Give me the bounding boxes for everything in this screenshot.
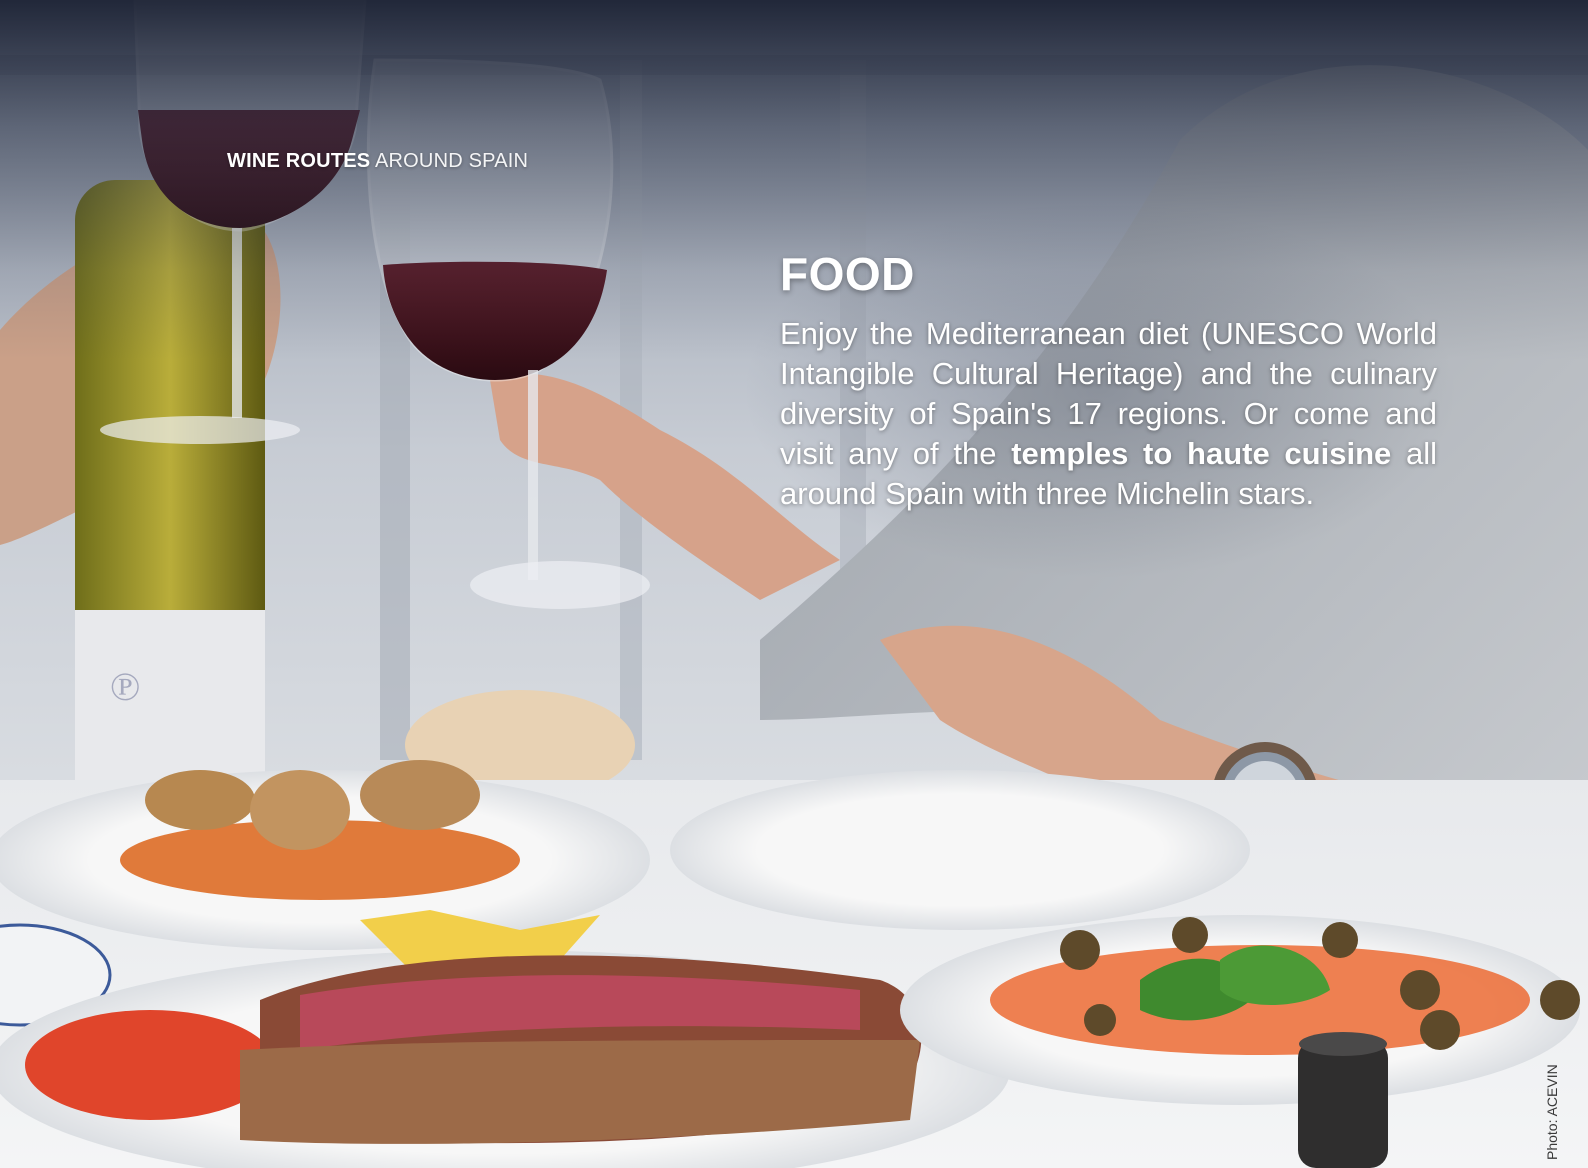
description-highlight: temples to haute cuisine [1011,436,1392,471]
site-brand[interactable]: WINE ROUTES AROUND SPAIN [227,150,528,173]
photo-credit: Photo: ACEVIN [1544,1064,1560,1160]
section-description: Enjoy the Mediterranean diet (UNESCO Wor… [780,314,1437,514]
brand-bold-text: WINE ROUTES [227,150,371,172]
brand-light-text: AROUND SPAIN [374,150,529,172]
svg-text:℗: ℗ [110,664,140,710]
section-title: FOOD [780,248,915,300]
